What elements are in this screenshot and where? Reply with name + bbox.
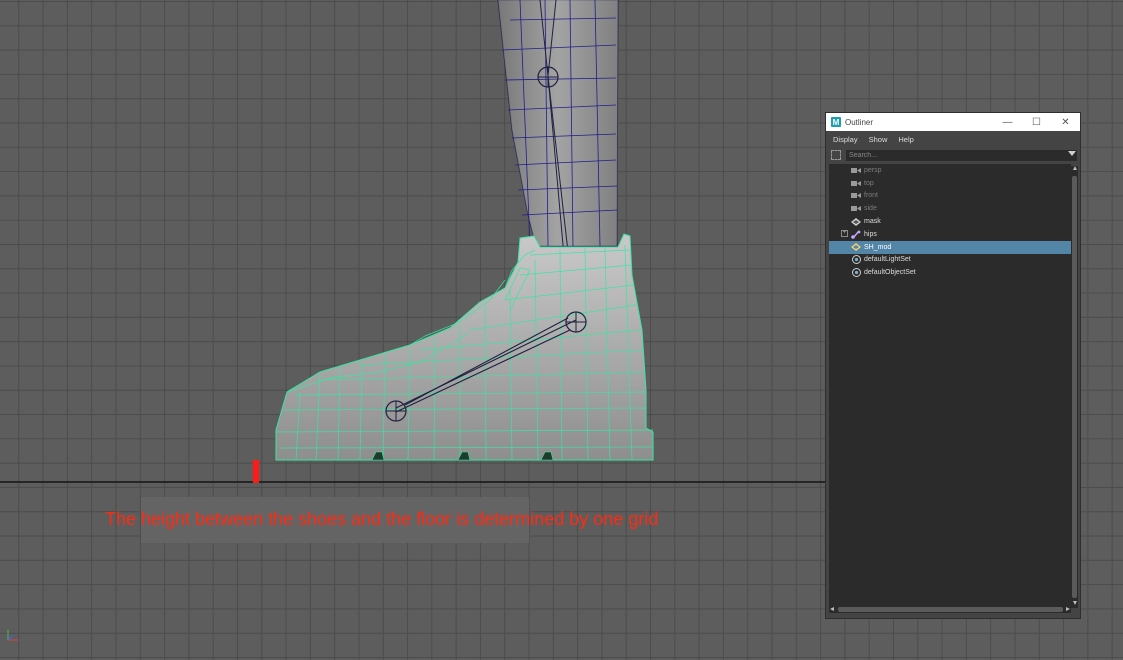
camera-icon: [851, 179, 861, 188]
outliner-item-top[interactable]: top: [829, 177, 1071, 190]
outliner-item-label: side: [864, 205, 877, 213]
camera-icon: [851, 191, 861, 200]
outliner-window[interactable]: M Outliner — ☐ ✕ Display Show Help persp…: [825, 112, 1081, 619]
search-input[interactable]: [846, 149, 1077, 161]
outliner-item-label: defaultLightSet: [864, 256, 911, 264]
shoe-model[interactable]: [0, 0, 826, 660]
scroll-right-icon[interactable]: [1066, 607, 1070, 611]
annotation-text: The height between the shoes and the flo…: [105, 509, 659, 529]
shoe-mesh[interactable]: [275, 233, 654, 461]
outliner-item-hips[interactable]: + hips: [829, 228, 1071, 241]
outliner-item-label: hips: [864, 230, 877, 238]
outliner-item-label: top: [864, 179, 874, 187]
minimize-button[interactable]: —: [993, 113, 1022, 131]
outliner-item-mask[interactable]: mask: [829, 215, 1071, 228]
set-icon: [851, 268, 861, 278]
joint-icon: [851, 230, 861, 239]
camera-icon: [851, 204, 861, 213]
close-button[interactable]: ✕: [1051, 113, 1080, 131]
outliner-menubar: Display Show Help: [826, 131, 1080, 147]
expand-icon[interactable]: +: [841, 229, 848, 237]
menu-display[interactable]: Display: [833, 135, 858, 144]
menu-help[interactable]: Help: [898, 135, 913, 144]
outliner-item-label: SH_mod: [864, 243, 892, 251]
scroll-up-icon[interactable]: [1073, 166, 1077, 170]
axis-gizmo-icon: [7, 630, 18, 641]
horizontal-scrollbar[interactable]: [829, 606, 1071, 613]
search-row: [826, 147, 1080, 163]
group-icon: [851, 217, 861, 226]
outliner-item-defaultobjectset[interactable]: defaultObjectSet: [829, 266, 1071, 279]
menu-show[interactable]: Show: [869, 135, 888, 144]
maya-logo-icon: M: [831, 117, 841, 127]
scroll-left-icon[interactable]: [830, 607, 834, 611]
filter-icon[interactable]: [831, 150, 841, 160]
vertical-scroll-thumb[interactable]: [1072, 176, 1077, 598]
group-icon: [851, 243, 861, 252]
outliner-item-sh-mod[interactable]: SH_mod: [829, 240, 1071, 254]
floor-height-marker: [253, 460, 259, 483]
outliner-item-persp[interactable]: persp: [829, 164, 1071, 177]
outliner-item-defaultlightset[interactable]: defaultLightSet: [829, 254, 1071, 267]
maximize-button[interactable]: ☐: [1022, 113, 1051, 131]
horizontal-scroll-thumb[interactable]: [838, 607, 1063, 612]
outliner-item-front[interactable]: front: [829, 190, 1071, 203]
outliner-item-label: defaultObjectSet: [864, 269, 916, 277]
vertical-scrollbar[interactable]: [1071, 166, 1078, 608]
outliner-item-label: mask: [864, 218, 881, 226]
outliner-titlebar[interactable]: M Outliner — ☐ ✕: [826, 113, 1080, 131]
camera-icon: [851, 166, 861, 175]
outliner-item-side[interactable]: side: [829, 202, 1071, 215]
search-options-chevron-down-icon[interactable]: [1068, 151, 1076, 156]
outliner-item-label: persp: [864, 166, 882, 174]
outliner-item-label: front: [864, 192, 879, 200]
outliner-tree[interactable]: persp top front side mask + hips SH_mod: [829, 164, 1071, 608]
scroll-down-icon[interactable]: [1073, 601, 1077, 605]
window-title: Outliner: [845, 117, 874, 127]
set-icon: [851, 255, 861, 265]
